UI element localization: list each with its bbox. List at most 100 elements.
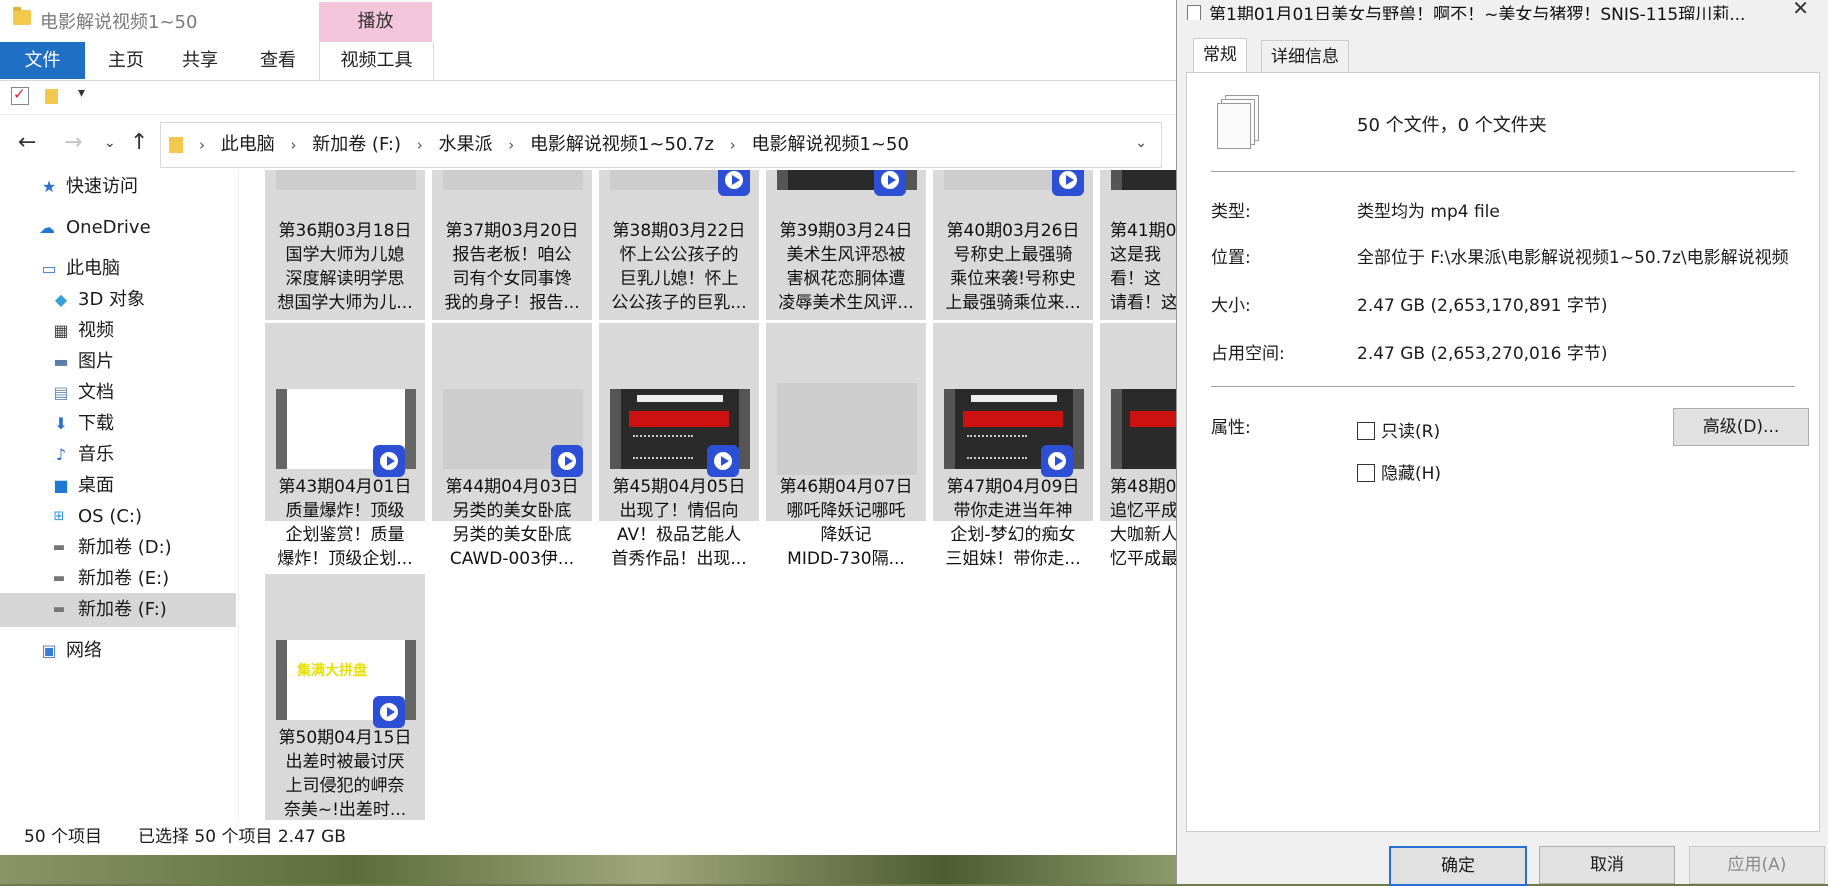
tab-view[interactable]: 查看 xyxy=(248,42,308,79)
sidebar-item-label: 网络 xyxy=(66,640,102,661)
file-tile[interactable]: 第47期04月09日 带你走进当年神 企划-梦幻的痴女 三姐妹！带你走... xyxy=(933,323,1093,569)
chevron-right-icon[interactable]: › xyxy=(290,136,296,154)
readonly-label: 只读(R) xyxy=(1381,422,1441,442)
tab-video-tools[interactable]: 视频工具 xyxy=(319,42,434,80)
sidebar-item-label: 3D 对象 xyxy=(78,289,146,310)
video-player-icon xyxy=(551,445,583,477)
recent-locations-chevron-icon[interactable]: ⌄ xyxy=(104,135,116,151)
sidebar-item-videos[interactable]: ▦ 视频 xyxy=(0,314,236,348)
drive-icon: ▬ xyxy=(52,571,66,586)
navigation-pane-divider[interactable] xyxy=(238,170,245,820)
file-tile[interactable]: 第38期03月22日 怀上公公孩子的 巨乳儿媳！怀上 公公孩子的巨乳... xyxy=(599,170,759,320)
sidebar-item-this-pc[interactable]: ▭ 此电脑 xyxy=(0,252,236,286)
checkbox-box[interactable] xyxy=(1357,464,1375,482)
folder-icon xyxy=(13,7,31,25)
checkbox-box[interactable] xyxy=(1357,422,1375,440)
file-grid: 第36期03月18日 国学大师为儿媳 深度解读明学思 想国学大师为儿... 第37期0… xyxy=(260,170,1176,820)
video-thumbnail xyxy=(443,170,583,190)
breadcrumb-this-pc[interactable]: 此电脑 xyxy=(221,134,275,155)
breadcrumb-folder[interactable]: 水果派 xyxy=(438,134,492,155)
video-player-icon xyxy=(373,445,405,477)
file-tile[interactable]: 第46期04月07日 哪吒降妖记哪吒 降妖记 MIDD-730隔... xyxy=(766,323,926,569)
customize-toolbar-dropdown-icon[interactable]: ▾ xyxy=(78,85,85,101)
file-name: 第48期0 追忆平成 大咖新人 忆平成最 xyxy=(1110,477,1176,569)
file-tile[interactable]: 第48期0 追忆平成 大咖新人 忆平成最 xyxy=(1100,323,1176,569)
file-name: 第46期04月07日 哪吒降妖记哪吒 降妖记 MIDD-730隔... xyxy=(779,477,913,569)
video-player-icon xyxy=(874,170,906,196)
cancel-button[interactable]: 取消 xyxy=(1539,846,1675,884)
forward-arrow-icon[interactable]: → xyxy=(64,130,82,155)
chevron-right-icon[interactable]: › xyxy=(417,136,423,154)
address-history-chevron-icon[interactable]: ⌄ xyxy=(1135,135,1147,151)
tab-file[interactable]: 文件 xyxy=(0,42,85,79)
sidebar-item-drive-e[interactable]: ▬ 新加卷 (E:) xyxy=(0,562,236,596)
attributes-label: 属性: xyxy=(1211,418,1251,438)
sidebar-item-desktop[interactable]: ■ 桌面 xyxy=(0,469,236,503)
chevron-right-icon[interactable]: › xyxy=(730,136,736,154)
dialog-title-text: 第1期01月01日美女与野兽！啊不！~美女与猪猡！SNIS-115瑠川莉... xyxy=(1209,5,1746,20)
apply-button[interactable]: 应用(A) xyxy=(1689,846,1825,884)
sidebar-item-downloads[interactable]: ⬇ 下载 xyxy=(0,407,236,441)
desktop-background xyxy=(0,855,1180,884)
sidebar-item-network[interactable]: ▣ 网络 xyxy=(0,634,236,668)
breadcrumb-current[interactable]: 电影解说视频1~50 xyxy=(751,134,908,155)
type-label: 类型: xyxy=(1211,202,1251,222)
tab-general[interactable]: 常规 xyxy=(1193,38,1247,73)
sidebar-item-drive-c[interactable]: ⊞ OS (C:) xyxy=(0,500,236,534)
breadcrumb: › 此电脑 › 新加卷 (F:) › 水果派 › 电影解说视频1~50.7z ›… xyxy=(189,123,909,167)
file-name: 第40期03月26日 号称史上最强骑 乘位来袭!号称史 上最强骑乘位来... xyxy=(945,221,1081,313)
video-player-icon xyxy=(718,170,750,196)
title-bar: 电影解说视频1~50 播放 xyxy=(0,0,1176,42)
properties-check-icon[interactable] xyxy=(11,85,29,105)
video-thumbnail xyxy=(777,170,917,196)
file-name: 第47期04月09日 带你走进当年神 企划-梦幻的痴女 三姐妹！带你走... xyxy=(945,477,1081,569)
new-folder-icon[interactable] xyxy=(45,89,58,104)
sidebar-item-3d-objects[interactable]: ◆ 3D 对象 xyxy=(0,283,236,317)
sidebar-item-pictures[interactable]: ▬ 图片 xyxy=(0,345,236,379)
file-tile[interactable]: 第44期04月03日 另类的美女卧底 另类的美女卧底 CAWD-003伊... xyxy=(432,323,592,569)
general-panel: 50 个文件，0 个文件夹 类型: 类型均为 mp4 file 位置: 全部位于… xyxy=(1186,72,1820,832)
file-tile[interactable]: 第41期0 这是我 看！这 请看！这 xyxy=(1100,170,1176,320)
file-tile[interactable]: 第43期04月01日 质量爆炸！顶级 企划鉴赏！质量 爆炸！顶级企划... xyxy=(265,323,425,569)
window-title: 电影解说视频1~50 xyxy=(40,12,198,33)
thumb-lines xyxy=(633,435,693,459)
breadcrumb-archive[interactable]: 电影解说视频1~50.7z xyxy=(530,134,714,155)
warning-banner xyxy=(629,411,729,427)
file-tile[interactable]: 第40期03月26日 号称史上最强骑 乘位来袭!号称史 上最强骑乘位来... xyxy=(933,170,1093,320)
close-icon[interactable]: ✕ xyxy=(1792,0,1809,20)
back-arrow-icon[interactable]: ← xyxy=(18,130,36,155)
up-arrow-icon[interactable]: ↑ xyxy=(130,130,148,155)
sidebar-item-quick-access[interactable]: ★ 快速访问 xyxy=(0,170,236,204)
sidebar-item-onedrive[interactable]: ☁ OneDrive xyxy=(0,211,236,245)
ok-button[interactable]: 确定 xyxy=(1389,846,1527,886)
desktop-icon: ■ xyxy=(53,476,69,495)
video-thumbnail xyxy=(944,389,1084,477)
file-tile[interactable]: 集满大拼盘 第50期04月15日 出差时被最讨厌 上司侵犯的岬奈 奈美~!出差时... xyxy=(265,574,425,820)
sidebar-item-drive-d[interactable]: ▬ 新加卷 (D:) xyxy=(0,531,236,565)
advanced-button[interactable]: 高级(D)... xyxy=(1673,408,1809,446)
video-player-icon xyxy=(1041,445,1073,477)
address-bar[interactable]: › 此电脑 › 新加卷 (F:) › 水果派 › 电影解说视频1~50.7z ›… xyxy=(160,122,1162,168)
file-tile[interactable]: 第37期03月20日 报告老板！咱公 司有个女同事馋 我的身子！报告... xyxy=(432,170,592,320)
file-tile[interactable]: 第45期04月05日 出现了！情侣向 AV！极品艺能人 首秀作品！出现... xyxy=(599,323,759,569)
tab-home[interactable]: 主页 xyxy=(96,42,156,79)
chevron-right-icon[interactable]: › xyxy=(508,136,514,154)
divider xyxy=(1211,171,1795,172)
multiple-files-icon xyxy=(1217,95,1259,151)
breadcrumb-drive-f[interactable]: 新加卷 (F:) xyxy=(312,134,401,155)
sidebar-item-label: OneDrive xyxy=(66,217,151,238)
sidebar-item-drive-f[interactable]: ▬ 新加卷 (F:) xyxy=(0,593,236,627)
sidebar-item-music[interactable]: ♪ 音乐 xyxy=(0,438,236,472)
readonly-checkbox[interactable]: 只读(R) xyxy=(1357,417,1440,442)
sidebar-item-documents[interactable]: ▤ 文档 xyxy=(0,376,236,410)
hidden-checkbox[interactable]: 隐藏(H) xyxy=(1357,459,1441,484)
tab-share[interactable]: 共享 xyxy=(170,42,230,79)
music-icon: ♪ xyxy=(55,445,67,464)
context-tab-play[interactable]: 播放 xyxy=(319,2,432,42)
sidebar-item-label: 快速访问 xyxy=(66,176,138,197)
file-tile[interactable]: 第39期03月24日 美术生风评恐被 害枫花恋胴体遭 凌辱美术生风评... xyxy=(766,170,926,320)
file-tile[interactable]: 第36期03月18日 国学大师为儿媳 深度解读明学思 想国学大师为儿... xyxy=(265,170,425,320)
tab-details[interactable]: 详细信息 xyxy=(1261,40,1349,74)
video-thumbnail: 集满大拼盘 xyxy=(276,640,416,728)
warning-text xyxy=(637,395,723,402)
